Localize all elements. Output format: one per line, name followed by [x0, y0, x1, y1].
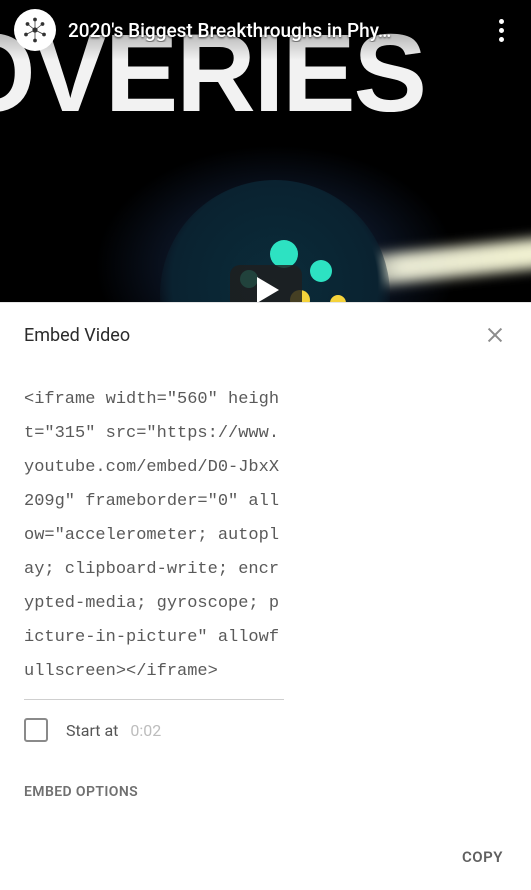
video-preview: OVERIES 2020's Biggest Breakthroughs in …	[0, 0, 531, 302]
embed-panel: Embed Video <iframe width="560" height="…	[0, 302, 531, 890]
video-title[interactable]: 2020's Biggest Breakthroughs in Phy…	[68, 19, 473, 42]
close-button[interactable]	[483, 323, 507, 347]
close-icon	[484, 324, 506, 346]
play-button[interactable]	[230, 265, 302, 302]
copy-button[interactable]: COPY	[458, 842, 507, 872]
more-options-button[interactable]	[485, 14, 517, 46]
panel-title: Embed Video	[24, 325, 130, 346]
embed-options-header: EMBED OPTIONS	[24, 760, 507, 808]
panel-footer: COPY	[0, 825, 531, 890]
video-title-bar: 2020's Biggest Breakthroughs in Phy…	[0, 0, 531, 60]
embed-code-textarea[interactable]: <iframe width="560" height="315" src="ht…	[24, 365, 284, 700]
panel-body[interactable]: <iframe width="560" height="315" src="ht…	[0, 365, 531, 825]
start-at-checkbox[interactable]	[24, 718, 48, 742]
option-player-controls: Show player controls.	[24, 808, 507, 825]
panel-header: Embed Video	[0, 303, 531, 365]
network-icon	[20, 15, 50, 45]
start-at-label: Start at	[66, 721, 118, 740]
channel-avatar[interactable]	[14, 9, 56, 51]
start-at-row: Start at 0:02	[24, 700, 507, 760]
start-at-time-input[interactable]: 0:02	[130, 721, 161, 740]
